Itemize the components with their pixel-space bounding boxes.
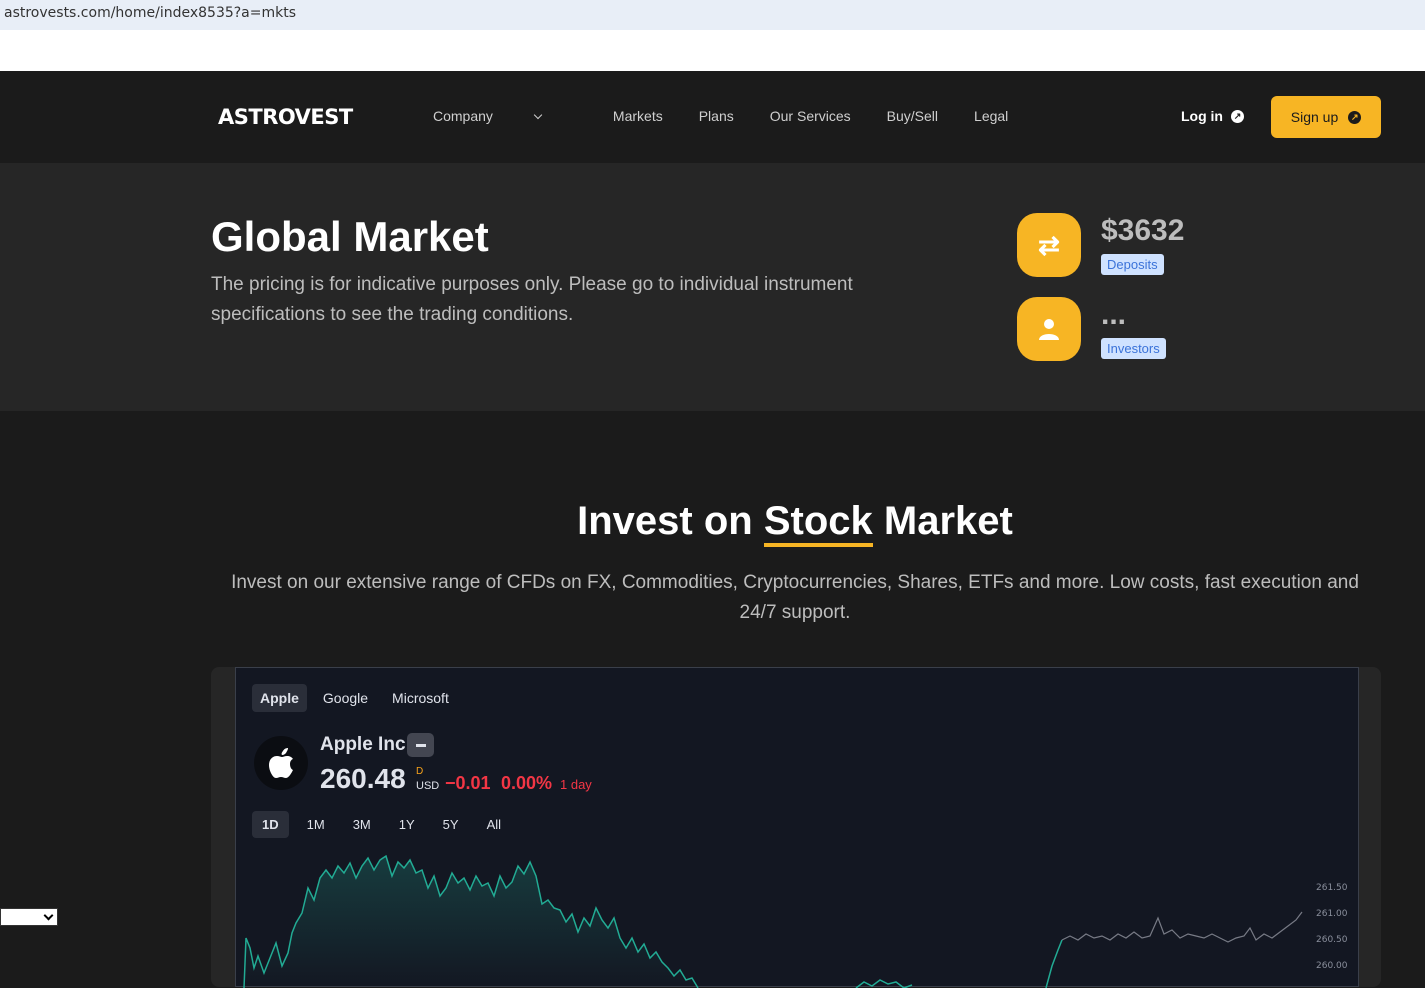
- page-title: Global Market: [211, 213, 489, 260]
- chevron-down-icon: [533, 110, 543, 120]
- tab-apple[interactable]: Apple: [252, 684, 307, 712]
- price-line-mid: [855, 979, 913, 988]
- top-navigation: ASTROVEST Company Markets Plans Our Serv…: [0, 71, 1425, 163]
- symbol-name: Apple Inc: [320, 734, 406, 755]
- tab-google[interactable]: Google: [315, 684, 376, 712]
- currency: USD: [416, 780, 440, 792]
- deposits-value: $3632: [1101, 214, 1185, 247]
- price-area: [244, 856, 698, 988]
- main-menu: Company Markets Plans Our Services Buy/S…: [433, 108, 1044, 124]
- login-label: Log in: [1181, 108, 1223, 124]
- price-change: −0.01: [445, 773, 491, 793]
- deposits-badge: Deposits: [1101, 254, 1164, 275]
- signup-button[interactable]: Sign up ↗: [1271, 96, 1381, 138]
- investors-value: ...: [1101, 298, 1127, 331]
- minus-icon: [415, 743, 426, 747]
- arrow-circle-icon: ↗: [1231, 109, 1244, 123]
- price-chart[interactable]: 261.50 261.00 260.50 260.00: [236, 848, 1360, 988]
- menu-item-legal[interactable]: Legal: [974, 108, 1008, 124]
- range-5y[interactable]: 5Y: [433, 811, 469, 838]
- url-text: astrovests.com/home/index8535?a=mkts: [4, 5, 297, 21]
- title-part: Invest on: [577, 499, 753, 543]
- y-tick-label: 260.00: [1316, 961, 1348, 971]
- y-tick-label: 261.50: [1316, 883, 1348, 893]
- site-logo[interactable]: ASTROVEST: [218, 105, 353, 129]
- menu-item-company[interactable]: Company: [433, 108, 577, 124]
- investors-badge: Investors: [1101, 338, 1166, 359]
- range-1d[interactable]: 1D: [252, 811, 289, 838]
- menu-item-markets[interactable]: Markets: [613, 108, 663, 124]
- login-link[interactable]: Log in ↗: [1181, 108, 1244, 124]
- language-select[interactable]: [0, 908, 58, 926]
- title-highlight: Stock: [763, 499, 873, 547]
- menu-label: Company: [433, 108, 493, 124]
- hero-section: Global Market The pricing is for indicat…: [0, 163, 1425, 411]
- exchange-arrows-icon: ⇄: [1017, 213, 1081, 277]
- range-selector: 1D 1M 3M 1Y 5Y All: [252, 811, 511, 838]
- user-icon: [1017, 297, 1081, 361]
- y-tick-label: 261.00: [1316, 909, 1348, 919]
- title-part: Market: [883, 499, 1013, 543]
- menu-item-buy-sell[interactable]: Buy/Sell: [887, 108, 938, 124]
- price-line-flat: [1061, 911, 1303, 943]
- tab-microsoft[interactable]: Microsoft: [384, 684, 457, 712]
- chevron-down-icon: [43, 910, 54, 921]
- section-title: Invest on Stock Market: [0, 499, 1425, 547]
- signup-label: Sign up: [1290, 109, 1339, 125]
- browser-url-bar[interactable]: astrovests.com/home/index8535?a=mkts: [0, 0, 1425, 30]
- y-tick-label: 260.50: [1316, 935, 1348, 945]
- apple-logo-icon: [254, 736, 308, 790]
- menu-item-plans[interactable]: Plans: [699, 108, 734, 124]
- change-period: 1 day: [560, 777, 592, 792]
- symbol-tabs: Apple Google Microsoft: [252, 684, 457, 712]
- range-1y[interactable]: 1Y: [389, 811, 425, 838]
- browser-blank-strip: [0, 30, 1425, 71]
- section-description: Invest on our extensive range of CFDs on…: [231, 572, 1359, 623]
- currency-flag: D: [416, 766, 424, 777]
- arrow-circle-icon: ↗: [1348, 110, 1362, 124]
- last-price: 260.48: [320, 763, 406, 794]
- range-3m[interactable]: 3M: [343, 811, 381, 838]
- market-status-badge[interactable]: [407, 733, 434, 757]
- range-all[interactable]: All: [477, 811, 511, 838]
- hero-description: The pricing is for indicative purposes o…: [211, 274, 853, 325]
- price-change-percent: 0.00%: [501, 773, 553, 793]
- price-line-late: [1045, 939, 1063, 988]
- stock-chart-widget: Apple Google Microsoft Apple Inc 260.48 …: [235, 667, 1360, 988]
- menu-item-services[interactable]: Our Services: [770, 108, 851, 124]
- range-1m[interactable]: 1M: [297, 811, 335, 838]
